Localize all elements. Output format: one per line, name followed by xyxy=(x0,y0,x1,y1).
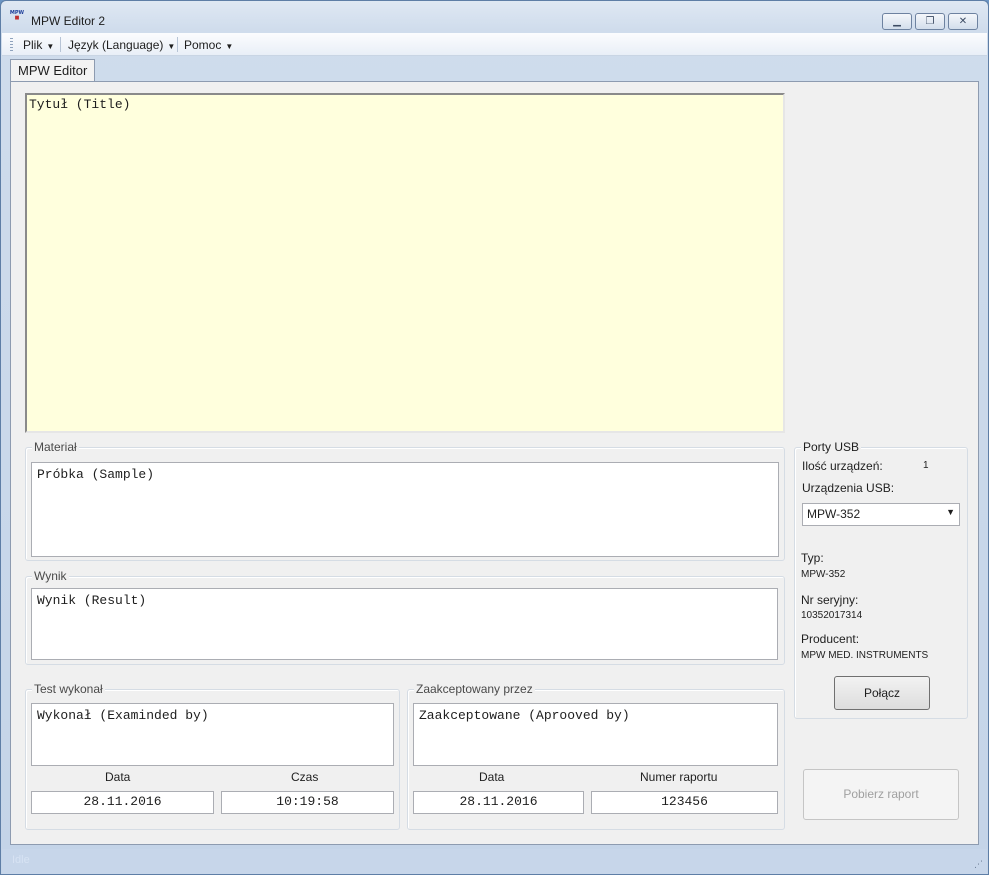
toolbar-grip-icon[interactable] xyxy=(10,38,13,51)
examined-by-textarea[interactable]: Wykonał (Examinded by) xyxy=(31,703,394,766)
close-button[interactable]: ✕ xyxy=(948,13,978,30)
chevron-down-icon: ▼ xyxy=(167,42,176,51)
chevron-down-icon: ▼ xyxy=(46,42,55,51)
tab-mpw-editor[interactable]: MPW Editor xyxy=(10,59,96,83)
menu-language[interactable]: Język (Language) ▼ xyxy=(68,38,175,52)
accepted-by-group: Zaakceptowany przez Zaakceptowane (Aproo… xyxy=(407,682,785,830)
examined-by-group-label: Test wykonał xyxy=(32,682,105,696)
menu-file-label: Plik xyxy=(23,38,43,52)
dropdown-arrow-icon: ▼ xyxy=(946,507,955,517)
menu-bar: Plik ▼ Język (Language) ▼ Pomoc ▼ xyxy=(2,33,987,56)
material-textarea[interactable]: Próbka (Sample) xyxy=(31,462,779,557)
producer-label: Producent: xyxy=(801,632,860,646)
tab-strip: MPW Editor xyxy=(2,56,987,83)
usb-device-select[interactable]: MPW-352 ▼ xyxy=(802,503,960,526)
connect-button[interactable]: Połącz xyxy=(834,676,930,710)
type-value: MPW-352 xyxy=(801,569,846,580)
menu-help-label: Pomoc xyxy=(184,38,222,52)
serial-label: Nr seryjny: xyxy=(801,593,859,607)
producer-value: MPW MED. INSTRUMENTS xyxy=(801,650,929,661)
examined-date-label: Data xyxy=(105,770,131,784)
usb-device-selected: MPW-352 xyxy=(807,507,861,521)
material-group-label: Materiał xyxy=(32,440,79,454)
usb-ports-group-label: Porty USB xyxy=(801,440,862,454)
usb-devices-label: Urządzenia USB: xyxy=(802,481,895,495)
app-logo-icon: MPW ■ xyxy=(9,10,25,21)
title-bar[interactable]: MPW ■ MPW Editor 2 ▁ ❐ ✕ xyxy=(1,1,988,33)
examined-time-label: Czas xyxy=(291,770,319,784)
material-group: Materiał Próbka (Sample) xyxy=(25,440,785,561)
type-label: Typ: xyxy=(801,551,824,565)
result-textarea[interactable]: Wynik (Result) xyxy=(31,588,778,660)
menu-separator xyxy=(177,37,178,52)
usb-ports-group: Porty USB Ilość urządzeń: 1 Urządzenia U… xyxy=(794,440,968,719)
accepted-by-textarea[interactable]: Zaakceptowane (Aprooved by) xyxy=(413,703,778,766)
examined-time-field[interactable]: 10:19:58 xyxy=(221,791,394,814)
editor-panel: Tytuł (Title) Materiał Próbka (Sample) W… xyxy=(10,81,979,845)
menu-language-label: Język (Language) xyxy=(68,38,164,52)
minimize-button[interactable]: ▁ xyxy=(882,13,912,30)
accepted-by-group-label: Zaakceptowany przez xyxy=(414,682,535,696)
window-title: MPW Editor 2 xyxy=(31,14,106,28)
menu-file[interactable]: Plik ▼ xyxy=(23,38,54,52)
status-text: Idle xyxy=(12,854,30,866)
download-report-button[interactable]: Pobierz raport xyxy=(803,769,959,820)
accepted-date-field[interactable]: 28.11.2016 xyxy=(413,791,584,814)
serial-value: 10352017314 xyxy=(801,610,863,621)
resize-grip-icon[interactable]: ⋰ xyxy=(974,859,983,870)
result-group: Wynik Wynik (Result) xyxy=(25,569,785,665)
menu-help[interactable]: Pomoc ▼ xyxy=(184,38,233,52)
result-group-label: Wynik xyxy=(32,569,69,583)
device-count-label: Ilość urządzeń: xyxy=(802,459,883,473)
chevron-down-icon: ▼ xyxy=(225,42,234,51)
menu-separator xyxy=(60,37,61,52)
report-number-label: Numer raportu xyxy=(640,770,718,784)
device-count-value: 1 xyxy=(923,460,929,471)
restore-button[interactable]: ❐ xyxy=(915,13,945,30)
examined-by-group: Test wykonał Wykonał (Examinded by) Data… xyxy=(25,682,400,830)
report-number-field[interactable]: 123456 xyxy=(591,791,778,814)
examined-date-field[interactable]: 28.11.2016 xyxy=(31,791,214,814)
app-window: MPW ■ MPW Editor 2 ▁ ❐ ✕ Plik ▼ Język (La… xyxy=(0,0,989,875)
status-bar: Idle ⋰ xyxy=(2,849,987,874)
accepted-date-label: Data xyxy=(479,770,505,784)
title-textarea[interactable]: Tytuł (Title) xyxy=(25,93,785,433)
